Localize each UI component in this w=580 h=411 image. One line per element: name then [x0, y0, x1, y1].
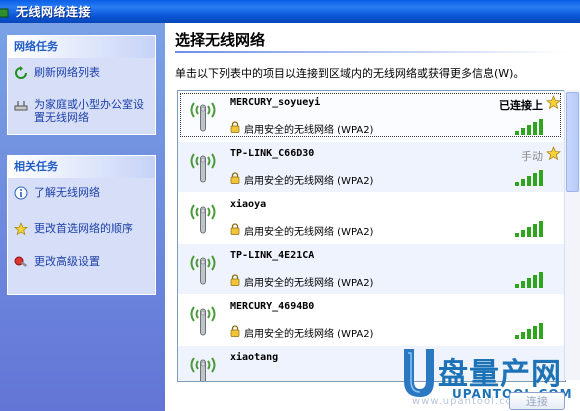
wireless-app-icon: [0, 8, 9, 18]
settings-icon: [14, 256, 28, 267]
signal-bar: [533, 275, 537, 288]
network-item[interactable]: xiaoya 启用安全的无线网络 (WPA2): [178, 193, 565, 243]
signal-bar: [539, 119, 543, 135]
security-label: 启用安全的无线网络 (WPA2): [244, 176, 374, 187]
signal-bar: [539, 323, 543, 339]
security-label: 启用安全的无线网络 (WPA2): [244, 125, 374, 136]
network-list-scrollbar[interactable]: [564, 90, 580, 380]
security-label: 启用安全的无线网络 (WPA2): [244, 329, 374, 340]
task-pane: 网络任务 刷新网络列表 为家庭或小型办公室设置无线网络 相关任务 了解无线网络: [0, 23, 165, 411]
setup-home-network-label: 为家庭或小型办公室设置无线网络: [34, 98, 144, 124]
change-preferred-order-label: 更改首选网络的顺序: [34, 222, 133, 235]
advanced-settings-label: 更改高级设置: [34, 255, 100, 268]
signal-strength-icon: [515, 119, 543, 135]
window-title: 无线网络连接: [16, 5, 92, 19]
lock-icon: [230, 223, 240, 235]
watermark-bottom-url: www.upantool.com: [412, 396, 524, 407]
star-icon: [14, 222, 28, 236]
title-bar[interactable]: 无线网络连接: [0, 0, 580, 23]
signal-bar: [515, 182, 519, 186]
watermark-logo-icon: [404, 349, 434, 397]
signal-bar: [527, 176, 531, 186]
network-list[interactable]: MERCURY_soyueyi 已连接上 启用安全的无线网络 (WPA2) TP-LI…: [177, 90, 566, 382]
network-ssid: TP-LINK_4E21CA: [230, 250, 315, 261]
lock-icon: [230, 121, 240, 133]
signal-bar: [527, 329, 531, 339]
signal-bar: [527, 227, 531, 237]
signal-bar: [533, 173, 537, 186]
connection-status: 已连接上: [499, 99, 543, 112]
wireless-antenna-icon: [190, 204, 216, 234]
signal-bar: [515, 284, 519, 288]
network-setup-icon: [14, 101, 28, 111]
signal-bar: [539, 221, 543, 237]
signal-strength-icon: [515, 221, 543, 237]
signal-bar: [521, 128, 525, 135]
network-ssid: MERCURY_4694B0: [230, 301, 315, 312]
refresh-network-list-label: 刷新网络列表: [34, 66, 100, 79]
signal-strength-icon: [515, 272, 543, 288]
related-tasks-header: 相关任务: [8, 156, 155, 178]
network-item[interactable]: TP-LINK_C66D30 手动启用安全的无线网络 (WPA2): [178, 142, 565, 192]
signal-bar: [521, 281, 525, 288]
signal-bar: [527, 125, 531, 135]
preferred-star-icon: [546, 95, 561, 110]
lock-icon: [230, 274, 240, 286]
network-ssid: MERCURY_soyueyi: [230, 97, 321, 108]
learn-wireless-label: 了解无线网络: [34, 186, 100, 199]
wireless-antenna-icon: [190, 306, 216, 336]
info-icon: [14, 186, 28, 200]
network-ssid: xiaotang: [230, 352, 279, 363]
network-tasks-header: 网络任务: [8, 36, 155, 58]
signal-strength-icon: [515, 170, 543, 186]
related-tasks-panel: 相关任务 了解无线网络 更改首选网络的顺序 更改高级设置: [7, 155, 156, 295]
network-tasks-panel: 网络任务 刷新网络列表 为家庭或小型办公室设置无线网络: [7, 35, 156, 135]
refresh-icon: [15, 66, 27, 79]
wireless-antenna-icon: [190, 357, 216, 381]
signal-bar: [521, 230, 525, 237]
scrollbar-thumb[interactable]: [566, 92, 579, 192]
connect-button[interactable]: 连接: [509, 392, 565, 410]
instructions-text: 单击以下列表中的项目以连接到区域内的无线网络或获得更多信息(W)。: [175, 67, 525, 80]
network-item[interactable]: TP-LINK_4E21CA 启用安全的无线网络 (WPA2): [178, 244, 565, 294]
network-ssid: TP-LINK_C66D30: [230, 148, 315, 159]
signal-strength-icon: [515, 323, 543, 339]
signal-bar: [515, 233, 519, 237]
page-title: 选择无线网络: [175, 31, 266, 49]
signal-bar: [533, 224, 537, 237]
signal-bar: [533, 122, 537, 135]
signal-bar: [515, 335, 519, 339]
lock-icon: [230, 172, 240, 184]
network-item[interactable]: MERCURY_soyueyi 已连接上启用安全的无线网络 (WPA2): [178, 91, 565, 141]
heading-divider: [175, 51, 570, 53]
lock-icon: [230, 325, 240, 337]
security-label: 启用安全的无线网络 (WPA2): [244, 227, 374, 238]
network-ssid: xiaoya: [230, 199, 267, 210]
network-item[interactable]: MERCURY_4694B0 启用安全的无线网络 (WPA2): [178, 295, 565, 345]
signal-bar: [515, 131, 519, 135]
security-label: 启用安全的无线网络 (WPA2): [244, 278, 374, 289]
signal-bar: [539, 170, 543, 186]
preferred-star-icon: [546, 146, 561, 161]
wireless-antenna-icon: [190, 102, 216, 132]
signal-bar: [533, 326, 537, 339]
connection-status: 手动: [521, 150, 543, 163]
signal-bar: [527, 278, 531, 288]
signal-bar: [521, 332, 525, 339]
wireless-antenna-icon: [190, 153, 216, 183]
signal-bar: [539, 272, 543, 288]
wireless-antenna-icon: [190, 255, 216, 285]
signal-bar: [521, 179, 525, 186]
